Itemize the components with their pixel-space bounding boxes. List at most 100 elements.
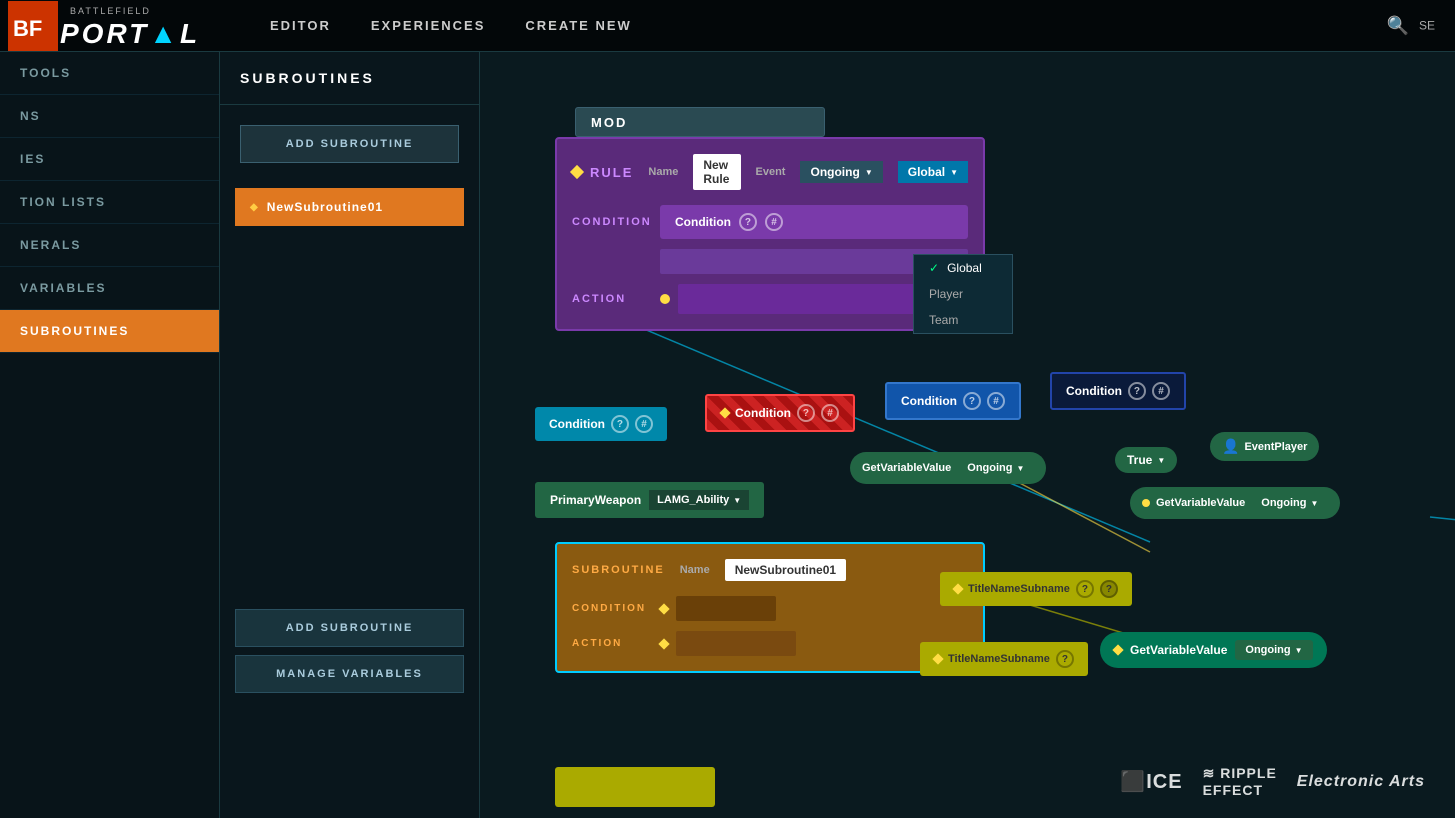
condition-node-cyan[interactable]: Condition ? # [535, 407, 667, 441]
rule-name-value[interactable]: New Rule [693, 154, 740, 190]
scope-option-global[interactable]: ✓ Global [914, 255, 1012, 281]
title-name-subname-1[interactable]: TitleNameSubname ? ? [940, 572, 1132, 606]
title-2-diamond [932, 653, 943, 664]
add-subroutine-button[interactable]: ADD SUBROUTINE [240, 125, 459, 163]
get-variable-value-2[interactable]: GetVariableValue Ongoing [1130, 487, 1340, 519]
canvas: MOD RULE Name New Rule Event Ongoing Glo… [480, 52, 1455, 818]
condition-dark-help-icon[interactable]: ? [1128, 382, 1146, 400]
subroutine-action-label: ACTION [572, 638, 652, 649]
rule-label: RULE [572, 165, 633, 180]
title-1-diamond [952, 583, 963, 594]
rule-name-label: Name [648, 166, 678, 178]
primary-weapon-label: PrimaryWeapon [550, 493, 641, 507]
rule-event-dropdown[interactable]: Ongoing [800, 161, 882, 183]
sidebar-item-tools[interactable]: TOOLS [0, 52, 219, 95]
event-player-icon: 👤 [1222, 438, 1239, 455]
get-var-large-label: GetVariableValue [1130, 643, 1227, 657]
dice-logo: ⬛ICE [1120, 769, 1182, 794]
rule-scope-dropdown[interactable]: Global [898, 161, 968, 183]
action-section-label: ACTION [572, 293, 652, 305]
get-var-1-label: GetVariableValue [862, 462, 951, 474]
get-var-large-diamond [1112, 644, 1123, 655]
subroutines-panel: SUBROUTINES ADD SUBROUTINE NewSubroutine… [220, 52, 480, 818]
footer-logos: ⬛ICE ≋ RIPPLEEFFECT Electronic Arts [1120, 765, 1425, 798]
weapon-dropdown[interactable]: LAMG_Ability [649, 490, 749, 510]
mod-label: MOD [591, 115, 627, 130]
subroutine-action-bar [676, 631, 796, 656]
rule-container: RULE Name New Rule Event Ongoing Global … [555, 137, 985, 331]
condition-node-red[interactable]: Condition ? # [705, 394, 855, 432]
condition-red-label: Condition [735, 406, 791, 420]
get-var-large-dropdown[interactable]: Ongoing [1235, 640, 1312, 660]
rule-header: RULE Name New Rule Event Ongoing Global [572, 154, 968, 190]
topbar: BF BATTLEFIELD PORT▲L EDITOR EXPERIENCES… [0, 0, 1455, 52]
sidebar-item-variables[interactable]: VARIABLES [0, 267, 219, 310]
condition-red-hash-icon[interactable]: # [821, 404, 839, 422]
bottom-yellow-block [555, 767, 715, 807]
subroutine-section-label: SUBROUTINE [572, 564, 665, 576]
get-var-2-label: GetVariableValue [1156, 497, 1245, 509]
condition-blue-hash-icon[interactable]: # [987, 392, 1005, 410]
subroutine-header: SUBROUTINE Name NewSubroutine01 [572, 559, 968, 581]
condition-blue-label: Condition [901, 394, 957, 408]
title-1-action-icon[interactable]: ? [1100, 580, 1118, 598]
subroutines-header: SUBROUTINES [220, 52, 479, 105]
nav-create-new[interactable]: CREATE NEW [525, 18, 631, 33]
condition-cyan-label: Condition [549, 417, 605, 431]
subroutine-condition-row: CONDITION [572, 596, 968, 621]
get-var-2-dropdown[interactable]: Ongoing [1251, 493, 1328, 513]
condition-red-help-icon[interactable]: ? [797, 404, 815, 422]
scope-option-team[interactable]: Team [914, 307, 1012, 333]
get-var-1-dropdown[interactable]: Ongoing [957, 458, 1034, 478]
true-dropdown[interactable]: True [1115, 447, 1177, 473]
rule-diamond-icon [570, 165, 584, 179]
title-1-help-icon[interactable]: ? [1076, 580, 1094, 598]
scope-option-player[interactable]: Player [914, 281, 1012, 307]
subroutine-condition-label: CONDITION [572, 603, 652, 614]
ea-logo: Electronic Arts [1297, 773, 1425, 791]
brand-logo: PORT▲L [60, 18, 200, 50]
condition-blue-help-icon[interactable]: ? [963, 392, 981, 410]
ripple-effect-logo: ≋ RIPPLEEFFECT [1203, 765, 1277, 798]
sidebar-item-nerals[interactable]: NERALS [0, 224, 219, 267]
sidebar-item-ies[interactable]: IES [0, 138, 219, 181]
get-variable-value-1[interactable]: GetVariableValue Ongoing [850, 452, 1046, 484]
title-2-label: TitleNameSubname [948, 653, 1050, 665]
add-subroutine-bottom-button[interactable]: ADD SUBROUTINE [235, 609, 464, 647]
get-variable-value-large[interactable]: GetVariableValue Ongoing [1100, 632, 1327, 668]
brand-prefix: BATTLEFIELD [70, 6, 151, 16]
condition-node-blue[interactable]: Condition ? # [885, 382, 1021, 420]
search-button[interactable]: 🔍 [1387, 15, 1409, 36]
subroutine-cond-diamond [658, 603, 669, 614]
condition-cyan-hash-icon[interactable]: # [635, 415, 653, 433]
condition-dark-hash-icon[interactable]: # [1152, 382, 1170, 400]
sidebar-item-ns[interactable]: NS [0, 95, 219, 138]
condition-help-icon[interactable]: ? [739, 213, 757, 231]
subroutine-name-field[interactable]: NewSubroutine01 [725, 559, 846, 581]
title-name-subname-2[interactable]: TitleNameSubname ? [920, 642, 1088, 676]
sidebar: TOOLS NS IES TION LISTS NERALS VARIABLES… [0, 52, 220, 818]
subroutine-item-0[interactable]: NewSubroutine01 [235, 188, 464, 226]
get-var-2-dot [1142, 499, 1150, 507]
condition-row: CONDITION Condition ? # [572, 205, 968, 239]
condition-cyan-help-icon[interactable]: ? [611, 415, 629, 433]
rule-event-label: Event [756, 166, 786, 178]
subroutine-action-diamond [658, 638, 669, 649]
topbar-user: SE [1419, 19, 1435, 33]
check-icon: ✓ [929, 261, 939, 275]
event-player-block[interactable]: 👤 EventPlayer [1210, 432, 1319, 461]
sidebar-item-tion-lists[interactable]: TION LISTS [0, 181, 219, 224]
nav-experiences[interactable]: EXPERIENCES [371, 18, 485, 33]
condition-node-dark-blue[interactable]: Condition ? # [1050, 372, 1186, 410]
condition-dark-blue-label: Condition [1066, 384, 1122, 398]
condition-hash-icon[interactable]: # [765, 213, 783, 231]
title-2-help-icon[interactable]: ? [1056, 650, 1074, 668]
subroutine-action-row: ACTION [572, 631, 968, 656]
sidebar-item-subroutines[interactable]: SUBROUTINES [0, 310, 219, 353]
scope-dropdown-menu: ✓ Global Player Team [913, 254, 1013, 334]
primary-weapon-block[interactable]: PrimaryWeapon LAMG_Ability [535, 482, 764, 518]
condition-block[interactable]: Condition ? # [660, 205, 968, 239]
manage-variables-button[interactable]: MANAGE VARIABLES [235, 655, 464, 693]
nav-editor[interactable]: EDITOR [270, 18, 331, 33]
sidebar-bottom-buttons: ADD SUBROUTINE MANAGE VARIABLES [220, 604, 479, 698]
